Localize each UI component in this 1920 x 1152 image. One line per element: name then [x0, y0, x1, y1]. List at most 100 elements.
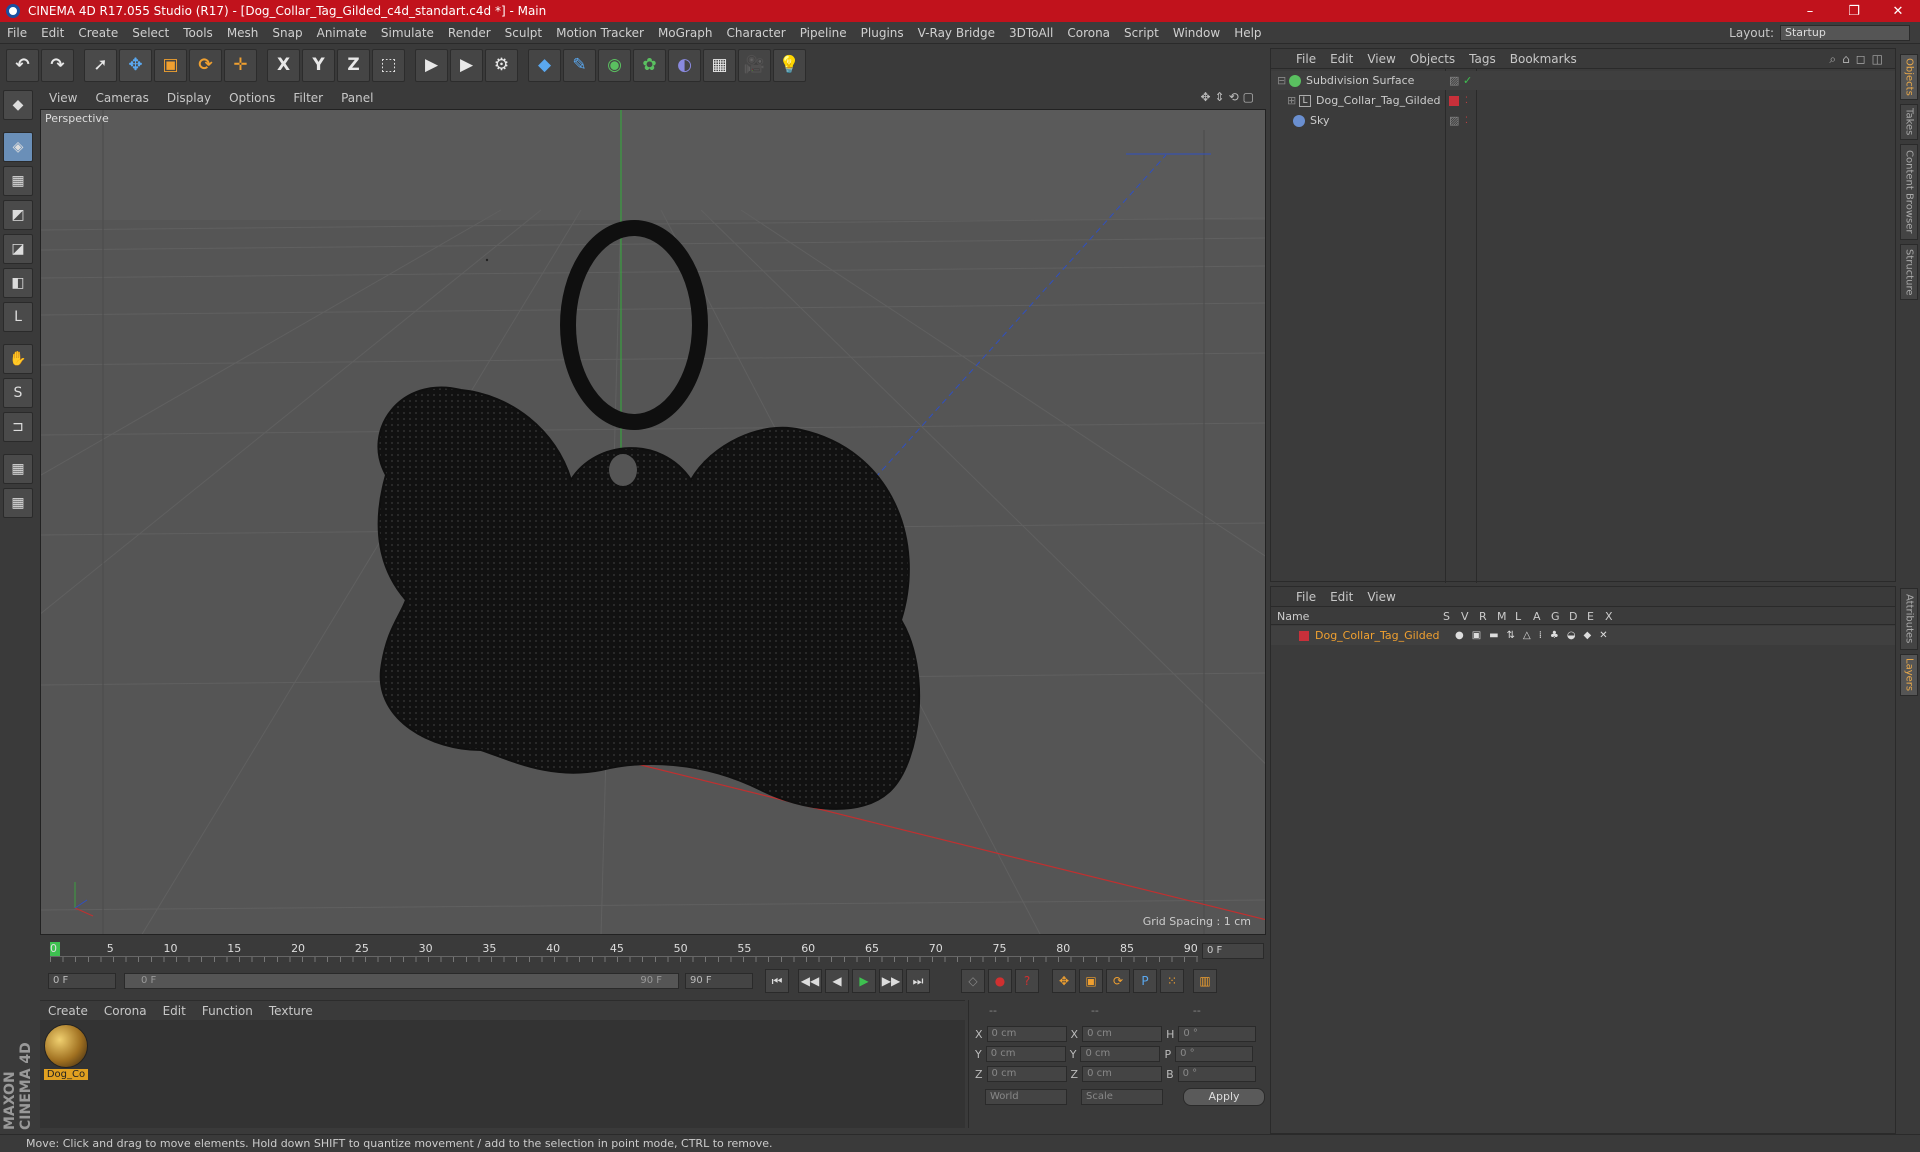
move-tool-button[interactable]: ✥ — [119, 48, 152, 82]
layout-select[interactable]: Startup — [1780, 25, 1910, 41]
menu-window[interactable]: Window — [1166, 26, 1227, 40]
floor-button[interactable]: ▦ — [703, 48, 736, 82]
menu-mograph[interactable]: MoGraph — [651, 26, 720, 40]
object-row[interactable]: ⊞ L Dog_Collar_Tag_Gilded ⁚ — [1271, 91, 1895, 110]
render-picture-viewer-button[interactable]: ▶ — [450, 48, 483, 82]
layer-name[interactable]: Dog_Collar_Tag_Gilded — [1315, 629, 1451, 642]
record-button[interactable]: ● — [988, 969, 1012, 993]
viewport-menu-display[interactable]: Display — [158, 91, 220, 105]
key-position-icon[interactable]: ✥ — [1052, 969, 1076, 993]
start-frame-field[interactable]: 0 F — [48, 973, 116, 989]
menu-edit[interactable]: Edit — [34, 26, 71, 40]
object-row[interactable]: Sky ▨ ⁚ — [1271, 111, 1895, 130]
object-name[interactable]: Sky — [1310, 114, 1329, 127]
live-selection-button[interactable]: ✛ — [224, 48, 257, 82]
menu-script[interactable]: Script — [1117, 26, 1166, 40]
autokey-button[interactable]: ? — [1015, 969, 1039, 993]
viewport-menu-view[interactable]: View — [40, 91, 86, 105]
pen-spline-button[interactable]: ✎ — [563, 48, 596, 82]
material-menu-edit[interactable]: Edit — [155, 1004, 194, 1018]
undo-button[interactable]: ↶ — [6, 48, 39, 82]
menu-mesh[interactable]: Mesh — [220, 26, 266, 40]
menu-snap[interactable]: Snap — [265, 26, 309, 40]
objects-menu-tags[interactable]: Tags — [1462, 52, 1503, 66]
maximize-button[interactable]: ❐ — [1832, 0, 1876, 22]
material-menu-corona[interactable]: Corona — [96, 1004, 155, 1018]
objects-menu-edit[interactable]: Edit — [1323, 52, 1360, 66]
objects-menu-view[interactable]: View — [1360, 52, 1402, 66]
rotation-h-field[interactable]: 0 ° — [1178, 1026, 1257, 1042]
size-y-field[interactable]: 0 cm — [1080, 1046, 1161, 1062]
workplane-mode-icon[interactable]: ◩ — [3, 200, 33, 230]
viewport-menu-filter[interactable]: Filter — [284, 91, 332, 105]
editor-visibility-icon[interactable]: ▨ — [1449, 114, 1459, 127]
tab-content-browser[interactable]: Content Browser — [1900, 144, 1918, 240]
rotation-p-field[interactable]: 0 ° — [1175, 1046, 1254, 1062]
scale-mode-dropdown[interactable]: Scale — [1081, 1089, 1163, 1105]
objects-menu-objects[interactable]: Objects — [1403, 52, 1462, 66]
previous-frame-button[interactable]: ◀ — [825, 969, 849, 993]
play-button[interactable]: ▶ — [852, 969, 876, 993]
object-row[interactable]: ⊟ Subdivision Surface ▨ ✓ — [1271, 71, 1895, 90]
size-x-field[interactable]: 0 cm — [1082, 1026, 1163, 1042]
menu-create[interactable]: Create — [71, 26, 125, 40]
viewport-menu-cameras[interactable]: Cameras — [86, 91, 157, 105]
next-frame-button[interactable]: ▶▶ — [879, 969, 903, 993]
menu-sculpt[interactable]: Sculpt — [498, 26, 549, 40]
layers-menu-file[interactable]: File — [1289, 590, 1323, 604]
camera-button[interactable]: 🎥 — [738, 48, 771, 82]
cloner-button[interactable]: ✿ — [633, 48, 666, 82]
menu-file[interactable]: File — [0, 26, 34, 40]
dog-tag-object[interactable] — [377, 220, 921, 810]
viewport-menu-panel[interactable]: Panel — [332, 91, 382, 105]
key-scale-icon[interactable]: ▣ — [1079, 969, 1103, 993]
make-editable-icon[interactable]: ◆ — [3, 90, 33, 120]
layers-menu-view[interactable]: View — [1360, 590, 1402, 604]
viewport-nav-icons[interactable]: ✥⇕⟲▢ — [1200, 90, 1258, 104]
enabled-check-icon[interactable]: ✓ — [1463, 74, 1472, 87]
visibility-dots-icon[interactable]: ⁚ — [1465, 96, 1468, 106]
tab-attributes[interactable]: Attributes — [1900, 588, 1918, 650]
object-name[interactable]: Dog_Collar_Tag_Gilded — [1316, 94, 1440, 107]
menu-3dtoall[interactable]: 3DToAll — [1002, 26, 1060, 40]
objects-menu-file[interactable]: File — [1289, 52, 1323, 66]
current-frame-field[interactable]: 0 F — [1202, 943, 1264, 959]
menu-help[interactable]: Help — [1227, 26, 1268, 40]
3d-viewport[interactable]: Perspective Grid Spacing : 1 cm — [40, 109, 1266, 935]
locked-workplane-icon[interactable]: ▦ — [3, 488, 33, 518]
coordinate-system-dropdown[interactable]: World — [985, 1089, 1067, 1105]
menu-animate[interactable]: Animate — [310, 26, 374, 40]
select-tool-button[interactable]: ➚ — [84, 48, 117, 82]
timeline-ruler[interactable]: 0 5 10 15 20 25 30 35 40 45 50 55 60 65 … — [50, 942, 1198, 962]
rotate-tool-button[interactable]: ⟳ — [189, 48, 222, 82]
editor-visibility-icon[interactable]: ▨ — [1449, 74, 1459, 87]
rotation-b-field[interactable]: 0 ° — [1177, 1066, 1256, 1082]
end-frame-field[interactable]: 90 F — [685, 973, 753, 989]
layer-color-swatch[interactable] — [1299, 630, 1309, 641]
layer-color-icon[interactable] — [1449, 95, 1459, 106]
timeline-icon[interactable]: ▥ — [1193, 969, 1217, 993]
texture-mode-icon[interactable]: ▦ — [3, 166, 33, 196]
menu-render[interactable]: Render — [441, 26, 498, 40]
position-z-field[interactable]: 0 cm — [986, 1066, 1067, 1082]
viewport-menu-options[interactable]: Options — [220, 91, 284, 105]
key-parameter-icon[interactable]: P — [1133, 969, 1157, 993]
menu-motion-tracker[interactable]: Motion Tracker — [549, 26, 651, 40]
key-rotation-icon[interactable]: ⟳ — [1106, 969, 1130, 993]
scale-tool-button[interactable]: ▣ — [154, 48, 187, 82]
visibility-dots-icon[interactable]: ⁚ — [1465, 116, 1468, 126]
edges-mode-icon[interactable]: ◧ — [3, 268, 33, 298]
material-menu-texture[interactable]: Texture — [261, 1004, 321, 1018]
next-key-button[interactable]: ⏭ — [906, 969, 930, 993]
tab-objects[interactable]: Objects — [1900, 54, 1918, 100]
tab-structure[interactable]: Structure — [1900, 244, 1918, 300]
z-axis-button[interactable]: Z — [337, 48, 370, 82]
key-pla-icon[interactable]: ⁙ — [1160, 969, 1184, 993]
cube-primitive-button[interactable]: ◆ — [528, 48, 561, 82]
points-mode-icon[interactable]: ◪ — [3, 234, 33, 264]
deformer-button[interactable]: ◐ — [668, 48, 701, 82]
tweak-mode-icon[interactable]: S — [3, 378, 33, 408]
material-menu-create[interactable]: Create — [40, 1004, 96, 1018]
tab-takes[interactable]: Takes — [1900, 104, 1918, 140]
go-to-start-button[interactable]: ⏮ — [765, 969, 789, 993]
